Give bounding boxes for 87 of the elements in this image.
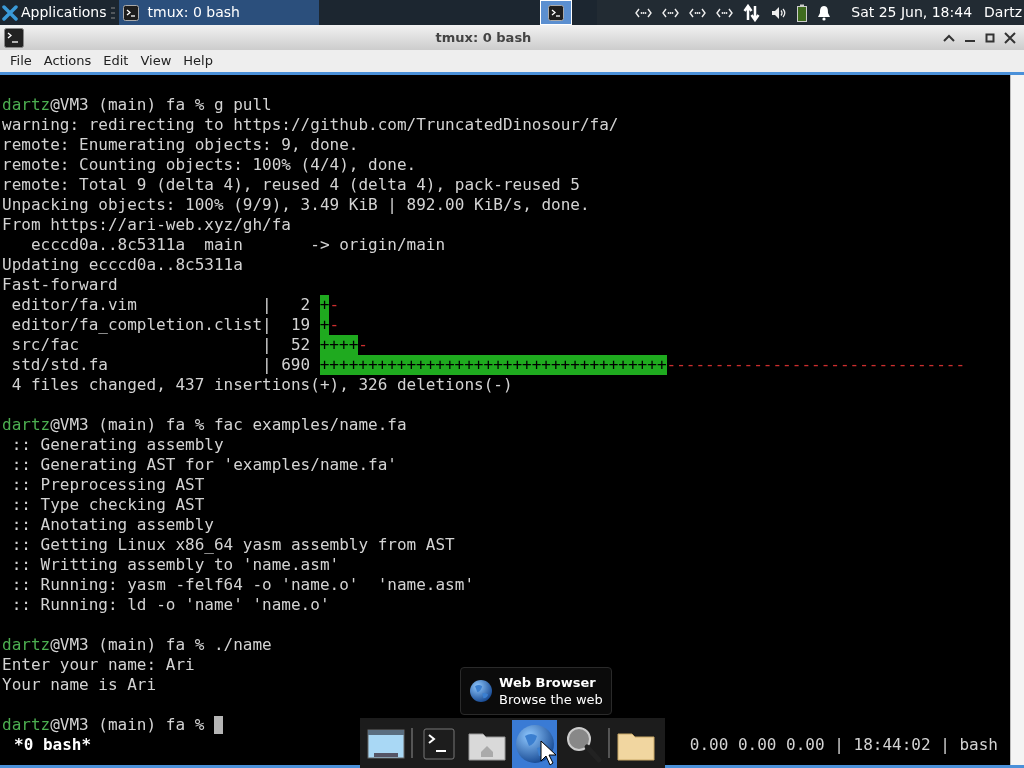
- scrollbar[interactable]: [1010, 75, 1024, 765]
- prompt-user: dartz: [2, 715, 51, 735]
- close-icon[interactable]: [1004, 31, 1016, 44]
- network-icon[interactable]: [716, 7, 734, 18]
- output-line: Updating ecccd0a..8c5311a: [2, 255, 243, 275]
- output-line: :: Getting Linux x86_64 yasm assembly from AST: [10, 535, 455, 555]
- taskbar-button[interactable]: tmux: 0 bash: [118, 0, 319, 25]
- transfer-arrows-icon[interactable]: [743, 3, 762, 22]
- command-text: ./name: [213, 635, 272, 655]
- insertions-bar: +: [319, 295, 330, 315]
- network-icon[interactable]: [689, 7, 707, 18]
- diffstat-file: editor/fa.vim: [10, 295, 138, 315]
- diffstat-separator: |: [262, 295, 272, 315]
- output-line: :: Generating AST for 'examples/name.fa': [10, 455, 397, 475]
- output-line: Enter your name: Ari: [2, 655, 195, 675]
- menu-item[interactable]: Edit: [97, 50, 135, 72]
- output-line: ecccd0a..8c5311a main -> origin/main: [29, 235, 446, 255]
- prompt-text: @VM3 (main) fa %: [50, 415, 206, 435]
- output-line: :: Running: yasm -felf64 -o 'name.o' 'name.asm': [10, 575, 474, 595]
- output-line: :: Type checking AST: [10, 495, 205, 515]
- output-line: remote: Counting objects: 100% (4/4), done.: [2, 155, 417, 175]
- window-title: tmux: 0 bash: [435, 28, 532, 47]
- menu-item[interactable]: Actions: [37, 50, 98, 72]
- mouse-pointer: [540, 740, 558, 766]
- applications-menu[interactable]: Applications: [0, 0, 111, 25]
- deletions-text: -: [329, 295, 339, 315]
- terminal-icon: [547, 4, 564, 21]
- prompt-text: @VM3 (main) fa %: [50, 95, 206, 115]
- deletions-text: -------------------------------: [666, 355, 966, 375]
- diffstat-separator: |: [262, 335, 272, 355]
- menu-item[interactable]: File: [4, 50, 38, 72]
- clock[interactable]: Sat 25 Jun, 18:44: [851, 2, 973, 23]
- prompt-user: dartz: [2, 415, 51, 435]
- diffstat-count: 690: [280, 355, 311, 375]
- diffstat-file: editor/fa_completion.clist: [10, 315, 262, 335]
- output-line: :: Generating assembly: [10, 435, 224, 455]
- notification-bell-icon[interactable]: [817, 4, 832, 21]
- insertions-bar: ++++++++++++++++++++++++++++++++++++: [319, 355, 667, 375]
- output-line: warning: redirecting to https://github.com/TruncatedDinosour/fa/: [2, 115, 619, 135]
- tmux-window-tab[interactable]: *0 bash*: [2, 735, 92, 755]
- output-line: 4 files changed, 437 insertions(+), 326 deletions(-): [10, 375, 513, 395]
- x-logo-icon: [2, 4, 18, 21]
- output-line: :: Anotating assembly: [10, 515, 214, 535]
- grip-icon[interactable]: [110, 6, 115, 19]
- output-line: Unpacking objects: 100% (9/9), 3.49 KiB | 892.00 KiB/s, done.: [2, 195, 590, 215]
- tooltip-title: Web Browser: [499, 674, 597, 691]
- diffstat-count: 52: [289, 335, 311, 355]
- prompt-user: dartz: [2, 95, 51, 115]
- battery-icon[interactable]: [797, 3, 808, 22]
- launcher-button[interactable]: [512, 720, 557, 768]
- user-name[interactable]: Dartz: [984, 2, 1022, 23]
- menu-item[interactable]: View: [134, 50, 178, 72]
- deletions-text: -: [358, 335, 368, 355]
- globe-icon: [469, 679, 493, 703]
- network-icon[interactable]: [635, 7, 653, 18]
- diffstat-separator: |: [262, 355, 272, 375]
- tmux-status-text: 0.00 0.00 0.00 | 18:44:02 | bash: [689, 735, 998, 755]
- network-icon[interactable]: [662, 7, 680, 18]
- output-line: :: Running: ld -o 'name' 'name.o': [10, 595, 330, 615]
- tooltip-subtitle: Browse the web: [499, 691, 603, 708]
- terminal-icon: [4, 27, 24, 48]
- insertions-bar: +: [319, 315, 330, 335]
- workspace-button[interactable]: [539, 0, 572, 25]
- deletions-text: -: [329, 315, 339, 335]
- prompt-text: @VM3 (main) fa %: [50, 715, 206, 735]
- diffstat-file: src/fac: [10, 335, 81, 355]
- command-text: fac examples/name.fa: [213, 415, 407, 435]
- chevron-up-icon[interactable]: [943, 32, 955, 43]
- volume-icon[interactable]: [771, 5, 788, 20]
- output-line: remote: Enumerating objects: 9, done.: [2, 135, 359, 155]
- diffstat-file: std/std.fa: [10, 355, 109, 375]
- output-line: Your name is Ari: [2, 675, 157, 695]
- diffstat-count: 19: [289, 315, 311, 335]
- menu-item[interactable]: Help: [177, 50, 219, 72]
- prompt-text: @VM3 (main) fa %: [50, 635, 206, 655]
- prompt-user: dartz: [2, 635, 51, 655]
- output-line: From https://ari-web.xyz/gh/fa: [2, 215, 291, 235]
- command-text: g pull: [213, 95, 272, 115]
- diffstat-count: 2: [299, 295, 311, 315]
- terminal-icon: [122, 4, 139, 21]
- insertions-bar: ++++: [319, 335, 359, 355]
- diffstat-separator: |: [262, 315, 272, 335]
- output-line: Fast-forward: [2, 275, 118, 295]
- maximize-icon[interactable]: [985, 32, 995, 43]
- output-line: :: Preprocessing AST: [10, 475, 205, 495]
- output-line: :: Writting assembly to 'name.asm': [10, 555, 340, 575]
- output-line: remote: Total 9 (delta 4), reused 4 (delta 4), pack-reused 5: [2, 175, 580, 195]
